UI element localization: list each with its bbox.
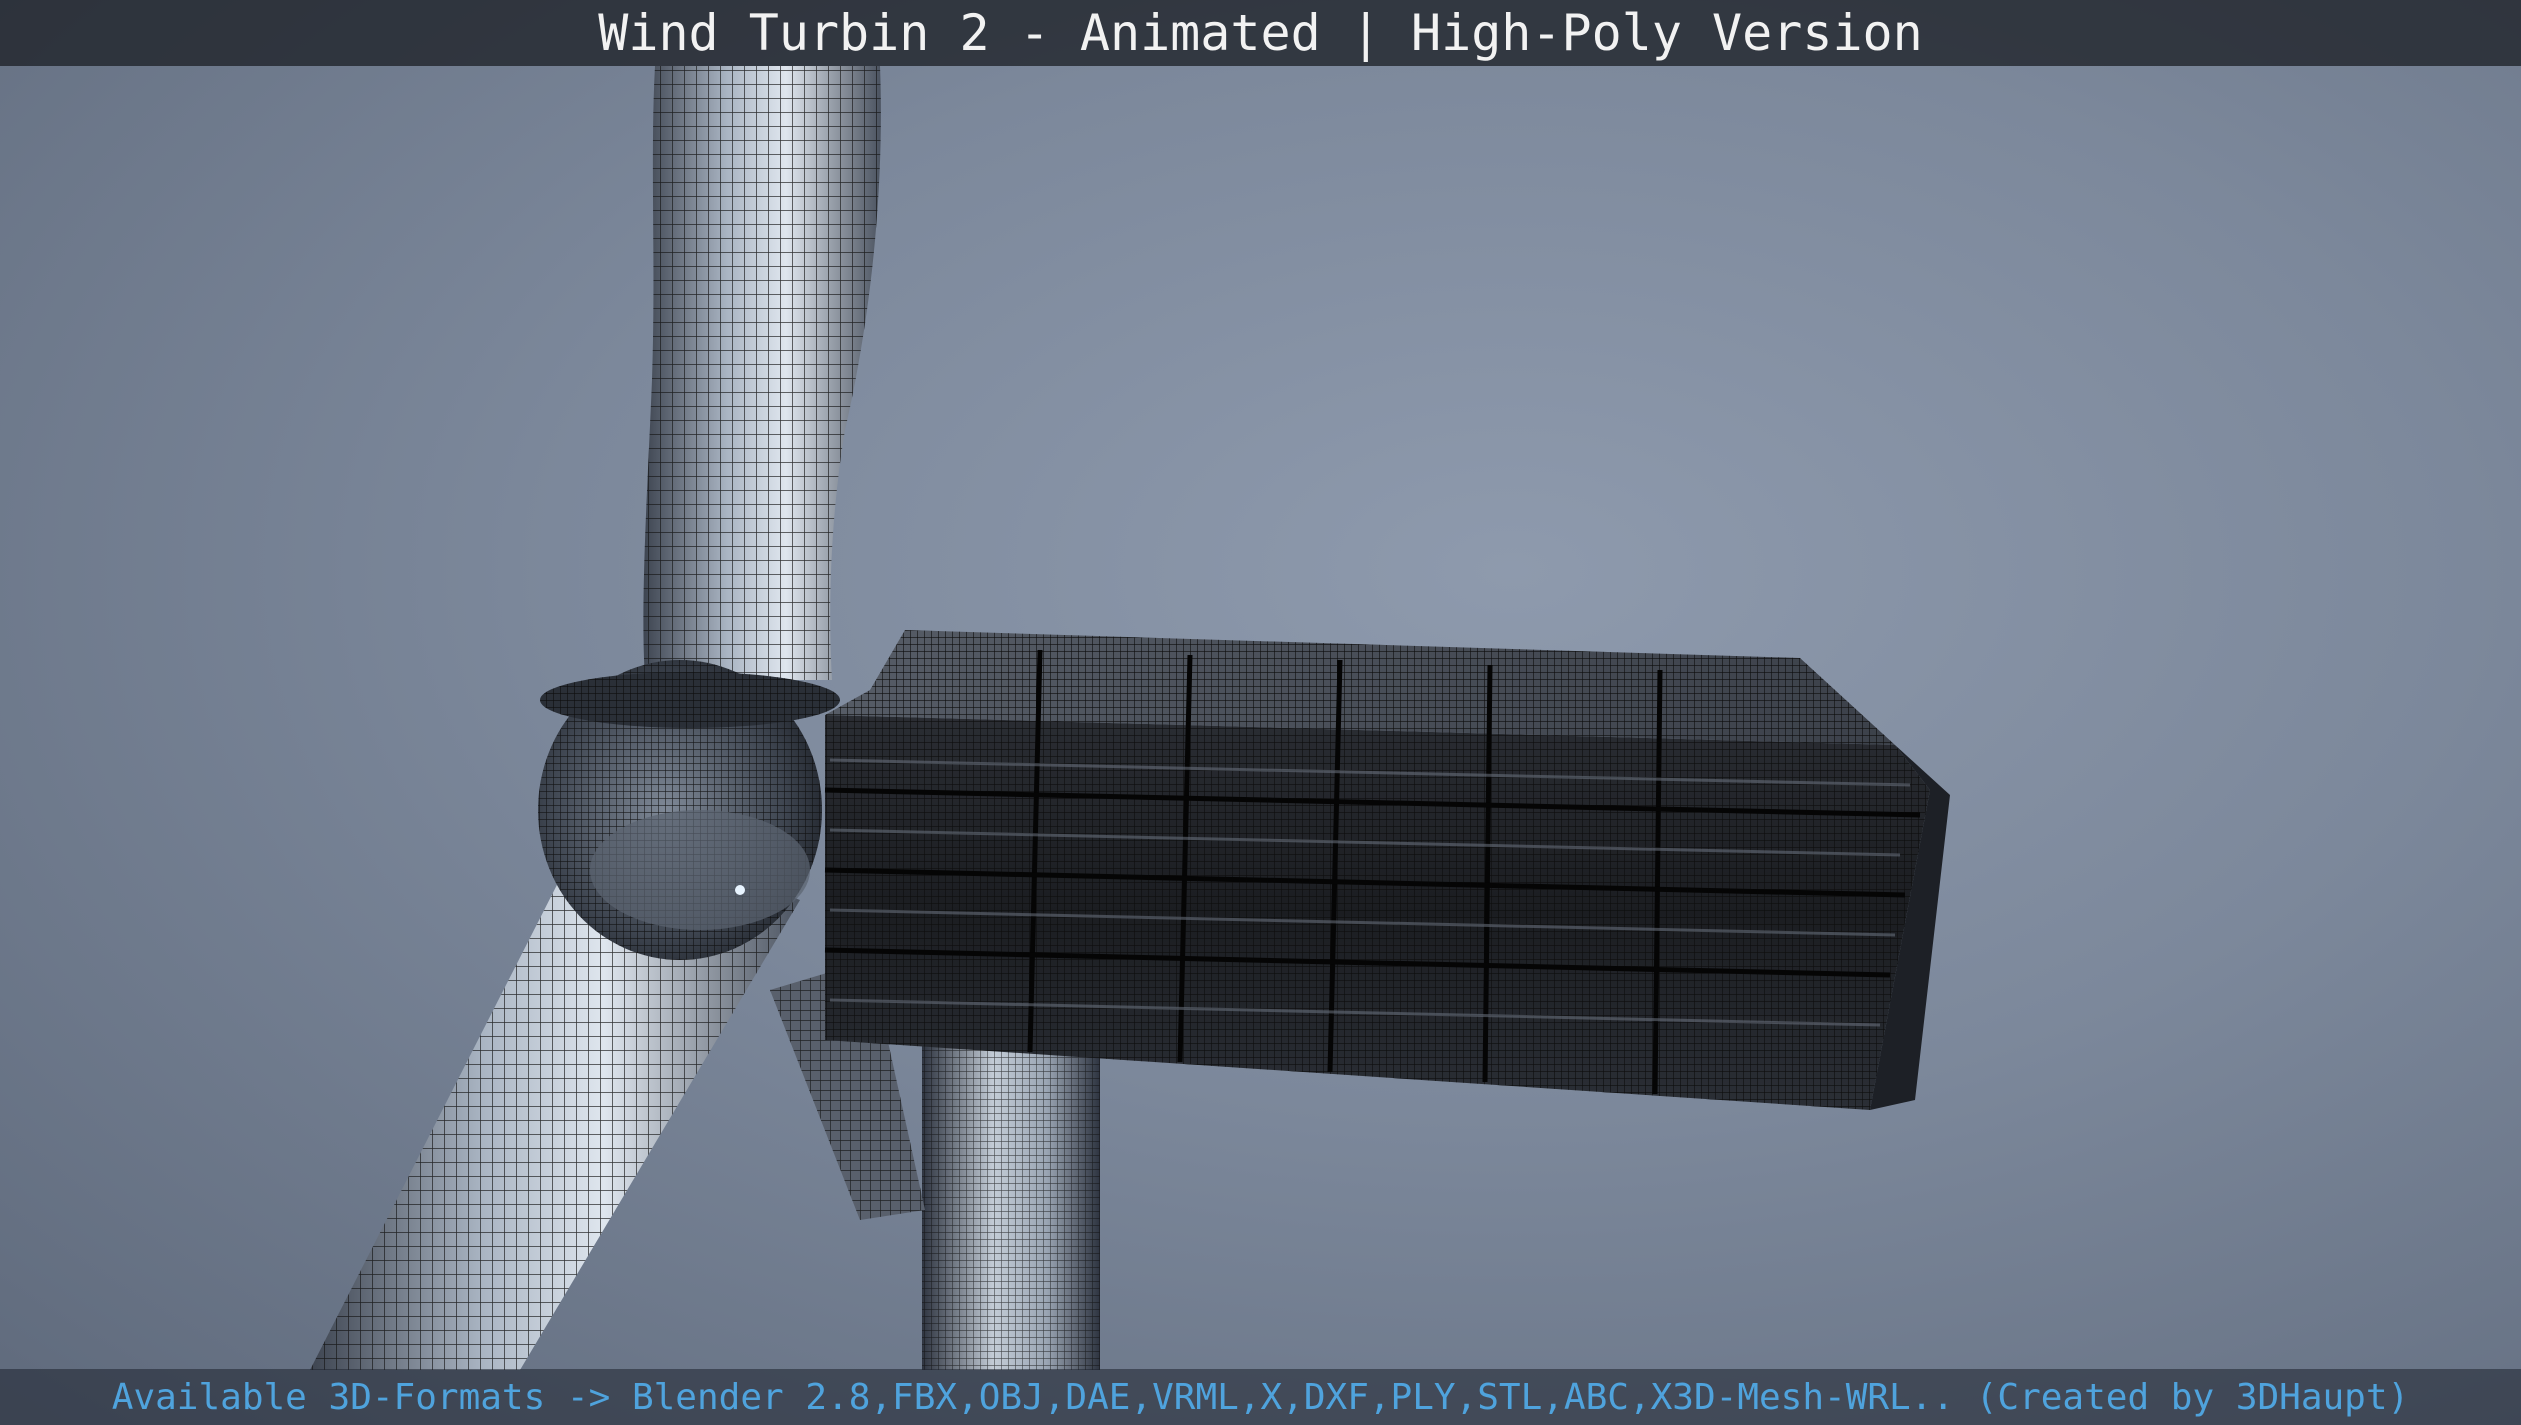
formats-caption: Available 3D-Formats -> Blender 2.8,FBX,… [111, 1376, 2410, 1418]
render-viewport: Wind Turbin 2 - Animated | High-Poly Ver… [0, 0, 2521, 1425]
title-bar: Wind Turbin 2 - Animated | High-Poly Ver… [0, 0, 2521, 66]
nacelle [824, 630, 1950, 1110]
turbine-render [310, 66, 1950, 1370]
video-title: Wind Turbin 2 - Animated | High-Poly Ver… [598, 4, 1923, 62]
blade-upper [643, 66, 881, 680]
caption-bar: Available 3D-Formats -> Blender 2.8,FBX,… [0, 1369, 2521, 1425]
hub [538, 660, 840, 960]
tower [922, 1040, 1100, 1370]
